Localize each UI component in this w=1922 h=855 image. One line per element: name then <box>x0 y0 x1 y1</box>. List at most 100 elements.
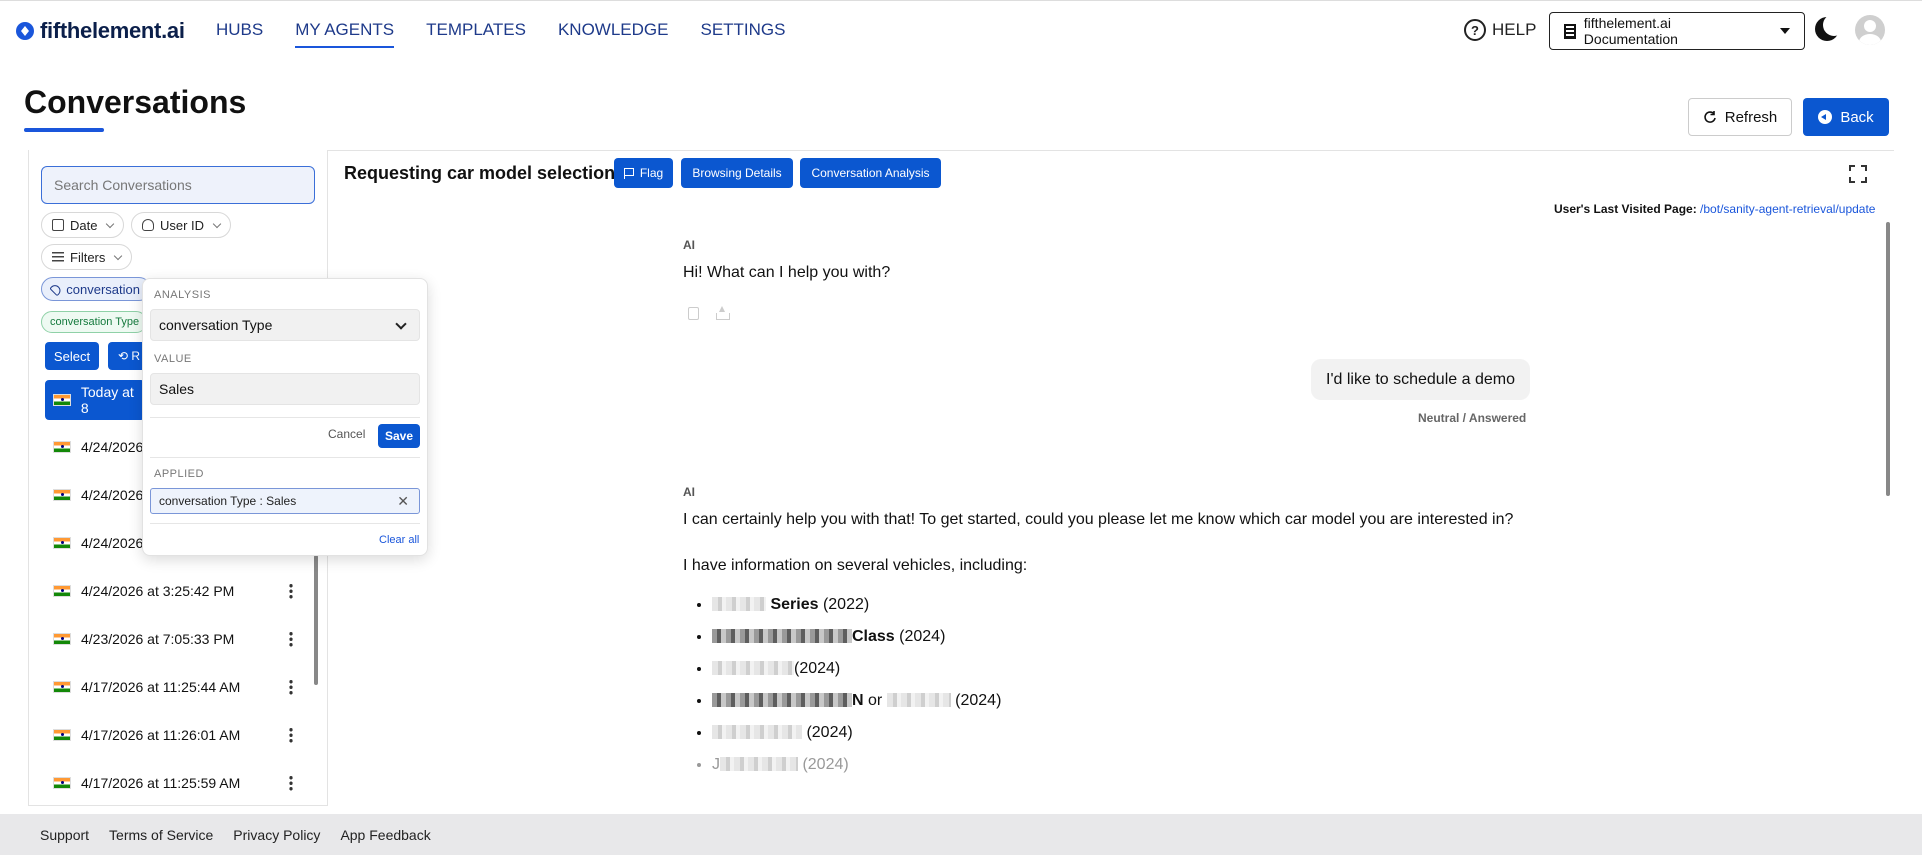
india-flag-icon <box>53 441 71 453</box>
browsing-details-button[interactable]: Browsing Details <box>681 158 793 188</box>
brand-name: fifthelement.ai <box>40 18 185 43</box>
footer-link-privacy[interactable]: Privacy Policy <box>233 827 320 843</box>
copy-icon[interactable] <box>688 307 699 320</box>
conversation-list-scrollbar[interactable] <box>314 555 318 685</box>
conversation-item[interactable]: 4/24/2026 at 3:25:42 PM <box>45 571 305 611</box>
ai-message: Hi! What can I help you with? <box>683 264 891 281</box>
tag-icon <box>49 282 63 296</box>
vehicle-list: Series (2022) Class (2024) (2024) N or (… <box>700 596 1001 788</box>
user-message: I'd like to schedule a demo <box>1311 359 1530 400</box>
flag-label: Flag <box>639 166 664 180</box>
chevron-down-icon <box>212 219 222 228</box>
fullscreen-icon[interactable] <box>1849 165 1867 183</box>
conversation-scrollbar[interactable] <box>1886 222 1890 496</box>
applied-filter-chip[interactable]: conversation Type : Sales ✕ <box>150 488 420 514</box>
clear-all-link[interactable]: Clear all <box>379 534 419 546</box>
logo-icon <box>16 22 34 40</box>
refresh-button[interactable]: Refresh <box>1688 98 1792 136</box>
flag-button[interactable]: Flag <box>614 158 673 188</box>
refresh-list-label: R <box>131 349 141 363</box>
vehicle-item: N or (2024) <box>712 692 1001 724</box>
chevron-down-icon <box>106 219 115 228</box>
applied-filter-label: conversation Type : Sales <box>159 494 297 508</box>
nav-templates[interactable]: TEMPLATES <box>426 20 526 48</box>
more-options-icon[interactable] <box>289 775 293 791</box>
select-button[interactable]: Select <box>45 342 99 370</box>
conversation-item[interactable]: Today at 8 <box>45 380 145 420</box>
avatar[interactable] <box>1855 15 1885 45</box>
nav-knowledge[interactable]: KNOWLEDGE <box>558 20 669 48</box>
analysis-select[interactable]: conversation Type <box>150 309 420 341</box>
dark-mode-toggle-icon[interactable] <box>1815 14 1845 41</box>
refresh-list-icon: ⟲ <box>118 349 132 363</box>
more-options-icon[interactable] <box>289 583 293 599</box>
caret-down-icon <box>1780 28 1790 34</box>
documentation-dropdown[interactable]: fifthelement.ai Documentation <box>1549 12 1805 50</box>
conversation-analysis-button[interactable]: Conversation Analysis <box>800 158 941 188</box>
chevron-down-icon <box>114 251 123 260</box>
more-options-icon[interactable] <box>289 727 293 743</box>
title-underline <box>24 128 104 132</box>
india-flag-icon <box>53 777 71 789</box>
last-visited-url[interactable]: /bot/sanity-agent-retrieval/update <box>1700 202 1875 216</box>
filters-label: Filters <box>70 249 106 265</box>
india-flag-icon <box>53 729 71 741</box>
conversation-date: 4/23/2026 at 7:05:33 PM <box>81 631 235 647</box>
more-options-icon[interactable] <box>289 679 293 695</box>
refresh-label: Refresh <box>1724 108 1778 126</box>
sliders-icon <box>52 252 64 262</box>
more-options-icon[interactable] <box>289 631 293 647</box>
search-input[interactable]: Search Conversations <box>41 166 315 204</box>
date-filter-label: Date <box>70 217 98 233</box>
divider <box>150 457 420 458</box>
vehicle-item: Class (2024) <box>712 628 1001 660</box>
upload-icon[interactable] <box>716 306 730 320</box>
india-flag-icon <box>53 681 71 693</box>
conversation-date: 4/24/2026 <box>81 487 144 503</box>
footer-link-feedback[interactable]: App Feedback <box>340 827 430 843</box>
brand-logo[interactable]: fifthelement.ai <box>16 18 185 44</box>
india-flag-icon <box>53 633 71 645</box>
nav-settings[interactable]: SETTINGS <box>700 20 785 48</box>
documentation-label: fifthelement.ai Documentation <box>1583 15 1678 47</box>
back-arrow-icon <box>1818 110 1833 124</box>
conversation-item[interactable]: 4/17/2026 at 11:26:01 AM <box>45 715 305 755</box>
india-flag-icon <box>53 585 71 597</box>
date-filter-chip[interactable]: Date <box>41 212 125 238</box>
close-icon[interactable]: ✕ <box>397 493 409 510</box>
conversation-date: 4/17/2026 at 11:25:44 AM <box>81 679 241 695</box>
user-id-filter-chip[interactable]: User ID <box>131 212 232 238</box>
value-input[interactable]: Sales <box>150 373 420 405</box>
back-button[interactable]: Back <box>1803 98 1889 136</box>
sentiment-label: Neutral / Answered <box>1418 411 1527 425</box>
help-link[interactable]: ? HELP <box>1464 19 1536 41</box>
india-flag-icon <box>53 489 71 501</box>
conversation-detail-panel <box>328 150 1894 806</box>
nav-my-agents[interactable]: MY AGENTS <box>295 20 395 48</box>
back-label: Back <box>1840 108 1874 126</box>
footer-link-support[interactable]: Support <box>40 827 89 843</box>
filters-chip[interactable]: Filters <box>41 244 133 270</box>
analysis-select-value: conversation Type <box>159 317 273 333</box>
conversation-item[interactable]: 4/17/2026 at 11:25:59 AM <box>45 763 305 803</box>
footer-link-terms[interactable]: Terms of Service <box>109 827 213 843</box>
user-icon <box>142 219 154 231</box>
nav-hubs[interactable]: HUBS <box>216 20 263 48</box>
question-icon: ? <box>1464 19 1486 41</box>
calendar-icon <box>52 219 64 231</box>
vehicle-item: Series (2022) <box>712 596 1001 628</box>
analysis-label: ANALYSIS <box>154 289 211 301</box>
applied-filter-chip[interactable]: conversation Type : Sales <box>41 311 147 333</box>
conversation-date: 4/24/2026 <box>81 439 144 455</box>
conversation-date: Today at 8 <box>80 384 134 416</box>
cancel-button[interactable]: Cancel <box>328 427 365 441</box>
analysis-tag-chip[interactable]: conversation <box>41 277 151 301</box>
conversation-item[interactable]: 4/17/2026 at 11:25:44 AM <box>45 667 305 707</box>
divider <box>150 523 420 524</box>
conversation-title: Requesting car model selection. <box>344 163 621 183</box>
save-button[interactable]: Save <box>378 424 420 448</box>
conversation-item[interactable]: 4/23/2026 at 7:05:33 PM <box>45 619 305 659</box>
flag-icon <box>623 167 634 179</box>
chevron-down-icon <box>395 318 407 330</box>
ai-sender-label: AI <box>683 238 695 252</box>
